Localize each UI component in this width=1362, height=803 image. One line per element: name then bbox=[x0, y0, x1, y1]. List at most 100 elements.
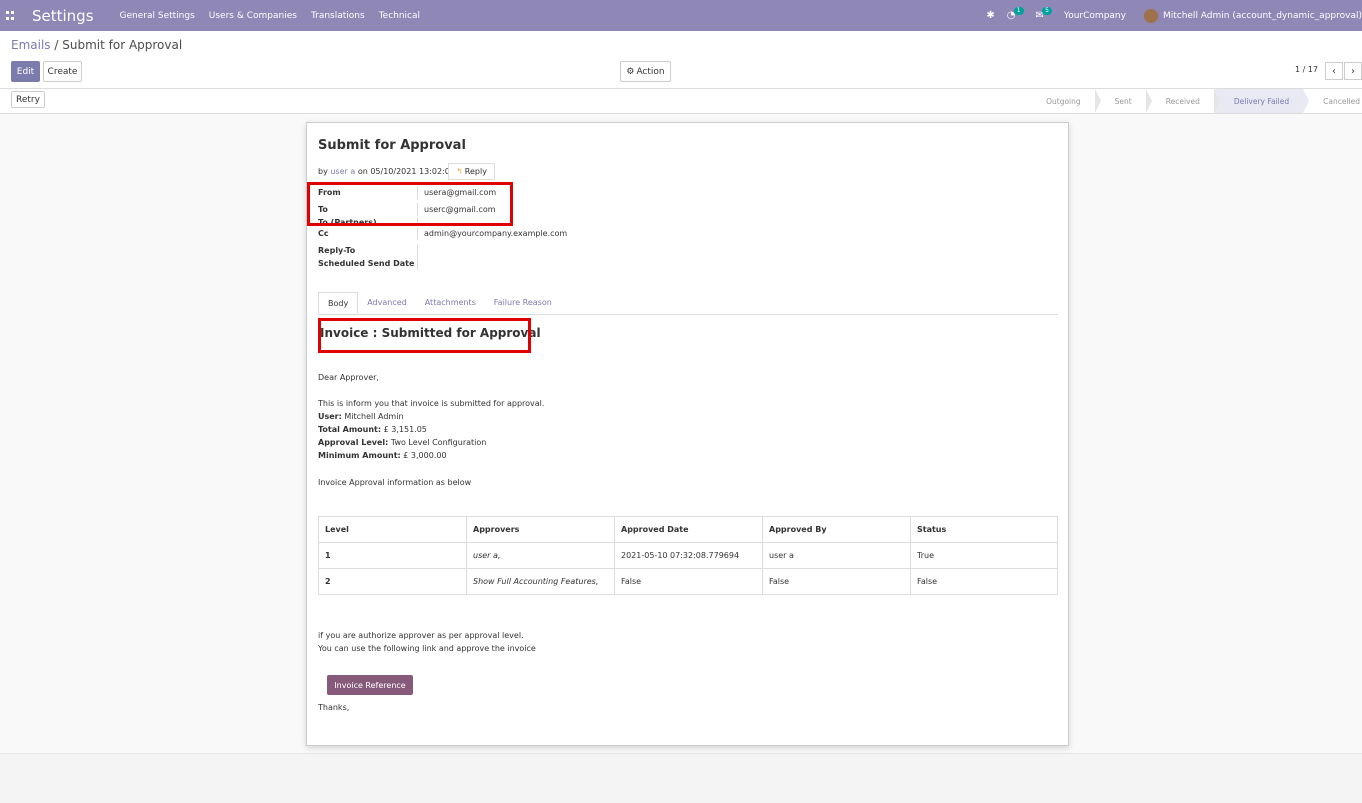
company-switcher[interactable]: YourCompany bbox=[1064, 11, 1126, 21]
total-value: £ 3,151.05 bbox=[383, 425, 427, 434]
table-cell: Show Full Accounting Features, bbox=[466, 568, 615, 595]
highlight-box-title bbox=[318, 318, 531, 353]
field-scheduled-date: Scheduled Send Date bbox=[318, 257, 718, 270]
body-closing: if you are authorize approver as per app… bbox=[318, 629, 536, 655]
messages-badge: 5 bbox=[1042, 7, 1052, 15]
tab-failure-reason[interactable]: Failure Reason bbox=[485, 292, 561, 314]
highlight-box-from-to bbox=[307, 182, 513, 226]
stage-received[interactable]: Received bbox=[1146, 89, 1220, 113]
breadcrumb-current: Submit for Approval bbox=[62, 38, 183, 52]
stage-delivery-failed[interactable]: Delivery Failed bbox=[1213, 89, 1310, 113]
stage-sent[interactable]: Sent bbox=[1095, 89, 1152, 113]
user-avatar[interactable] bbox=[1143, 8, 1158, 23]
reply-button[interactable]: ↰ Reply bbox=[448, 163, 495, 180]
by-prefix: by bbox=[318, 167, 328, 176]
edit-button[interactable]: Edit bbox=[11, 61, 40, 82]
mail-subject: Submit for Approval bbox=[318, 138, 466, 153]
user-value: Mitchell Admin bbox=[344, 412, 404, 421]
body-total-line: Total Amount: £ 3,151.05 bbox=[318, 423, 544, 436]
table-cell: user a, bbox=[466, 542, 615, 569]
tab-attachments[interactable]: Attachments bbox=[416, 292, 485, 314]
action-label: Action bbox=[636, 66, 665, 77]
breadcrumb-emails[interactable]: Emails bbox=[11, 38, 51, 52]
field-value[interactable]: admin@yourcompany.example.com bbox=[418, 227, 567, 240]
field-value[interactable] bbox=[418, 257, 424, 270]
user-menu[interactable]: Mitchell Admin (account_dynamic_approval… bbox=[1163, 11, 1362, 21]
body-details: This is inform you that invoice is submi… bbox=[318, 397, 544, 462]
user-label: User: bbox=[318, 412, 342, 421]
form-tabs: Body Advanced Attachments Failure Reason bbox=[318, 292, 1058, 315]
pager-value[interactable]: 1 / 17 bbox=[1295, 65, 1318, 74]
activity-icon[interactable]: ◔ 1 bbox=[1007, 7, 1024, 21]
menu-translations[interactable]: Translations bbox=[311, 11, 365, 21]
menu-general-settings[interactable]: General Settings bbox=[120, 11, 195, 21]
level-value: Two Level Configuration bbox=[390, 438, 487, 447]
app-title[interactable]: Settings bbox=[32, 7, 94, 25]
activity-badge: 1 bbox=[1013, 7, 1024, 15]
tab-body[interactable]: Body bbox=[318, 292, 359, 314]
pager-next-button[interactable]: › bbox=[1344, 62, 1362, 80]
stage-outgoing[interactable]: Outgoing bbox=[1026, 89, 1101, 113]
chevron-right-icon: › bbox=[1351, 65, 1355, 77]
bug-icon[interactable]: ✱ bbox=[986, 10, 994, 21]
chevron-left-icon: ‹ bbox=[1332, 65, 1336, 77]
invoice-reference-button[interactable]: Invoice Reference bbox=[327, 675, 413, 695]
table-cell: False bbox=[614, 568, 763, 595]
apps-menu-icon[interactable] bbox=[6, 11, 15, 20]
navbar-systray: ✱ ◔ 1 ✉ 5 YourCompany Mitchell Admin (acco… bbox=[980, 0, 1362, 31]
column-header: Approved Date bbox=[614, 516, 763, 543]
column-header: Approvers bbox=[466, 516, 615, 543]
gear-icon: ⚙ bbox=[626, 66, 635, 77]
approval-table: Level Approvers Approved Date Approved B… bbox=[318, 516, 1058, 595]
chatter-area bbox=[0, 753, 1362, 803]
body-minimum-line: Minimum Amount: £ 3,000.00 bbox=[318, 449, 544, 462]
closing-line-1: if you are authorize approver as per app… bbox=[318, 631, 524, 640]
column-header: Status bbox=[910, 516, 1058, 543]
mail-form-sheet: Submit for Approval by user a on 05/10/2… bbox=[306, 122, 1069, 746]
field-label: Reply-To bbox=[318, 244, 418, 257]
breadcrumb-separator: / bbox=[54, 38, 59, 52]
body-intro: This is inform you that invoice is submi… bbox=[318, 399, 545, 408]
main-menu: General Settings Users & Companies Trans… bbox=[120, 11, 420, 21]
table-cell: 2021-05-10 07:32:08.779694 bbox=[614, 542, 763, 569]
control-panel: Emails / Submit for Approval Edit Create… bbox=[0, 31, 1362, 89]
top-navbar: Settings General Settings Users & Compan… bbox=[0, 0, 1362, 31]
messages-icon[interactable]: ✉ 5 bbox=[1036, 7, 1052, 21]
tab-advanced[interactable]: Advanced bbox=[358, 292, 416, 314]
field-cc: Cc admin@yourcompany.example.com bbox=[318, 227, 718, 240]
table-cell: False bbox=[910, 568, 1058, 595]
reply-label: Reply bbox=[464, 167, 487, 176]
body-greeting: Dear Approver, bbox=[318, 373, 379, 382]
body-thanks: Thanks, bbox=[318, 703, 350, 712]
table-cell: False bbox=[762, 568, 911, 595]
table-cell: 1 bbox=[318, 542, 467, 569]
column-header: Approved By bbox=[762, 516, 911, 543]
table-cell: True bbox=[910, 542, 1058, 569]
table-cell: 2 bbox=[318, 568, 467, 595]
pager-previous-button[interactable]: ‹ bbox=[1325, 62, 1343, 80]
body-info-line: Invoice Approval information as below bbox=[318, 478, 472, 487]
mail-author[interactable]: user a bbox=[330, 167, 355, 176]
table-cell: user a bbox=[762, 542, 911, 569]
closing-line-2: You can use the following link and appro… bbox=[318, 644, 536, 653]
column-header: Level bbox=[318, 516, 467, 543]
field-label: Scheduled Send Date bbox=[318, 257, 418, 270]
action-button[interactable]: ⚙ Action bbox=[620, 61, 671, 82]
field-reply-to: Reply-To bbox=[318, 244, 718, 257]
breadcrumb: Emails / Submit for Approval bbox=[11, 38, 182, 52]
table-row: 2 Show Full Accounting Features, False F… bbox=[318, 568, 1058, 595]
body-user-line: User: Mitchell Admin bbox=[318, 410, 544, 423]
menu-technical[interactable]: Technical bbox=[379, 11, 420, 21]
table-row: 1 user a, 2021-05-10 07:32:08.779694 use… bbox=[318, 542, 1058, 569]
form-statusbar: Retry Outgoing Sent Received Delivery Fa… bbox=[0, 89, 1362, 114]
table-header-row: Level Approvers Approved Date Approved B… bbox=[318, 516, 1058, 543]
stage-cancelled[interactable]: Cancelled bbox=[1303, 89, 1362, 113]
minimum-value: £ 3,000.00 bbox=[403, 451, 447, 460]
menu-users-companies[interactable]: Users & Companies bbox=[209, 11, 297, 21]
retry-button[interactable]: Retry bbox=[11, 91, 45, 108]
create-button[interactable]: Create bbox=[43, 61, 82, 82]
field-label: Cc bbox=[318, 227, 418, 240]
status-stages: Outgoing Sent Received Delivery Failed C… bbox=[1026, 89, 1362, 113]
field-value[interactable] bbox=[418, 244, 424, 257]
total-label: Total Amount: bbox=[318, 425, 382, 434]
